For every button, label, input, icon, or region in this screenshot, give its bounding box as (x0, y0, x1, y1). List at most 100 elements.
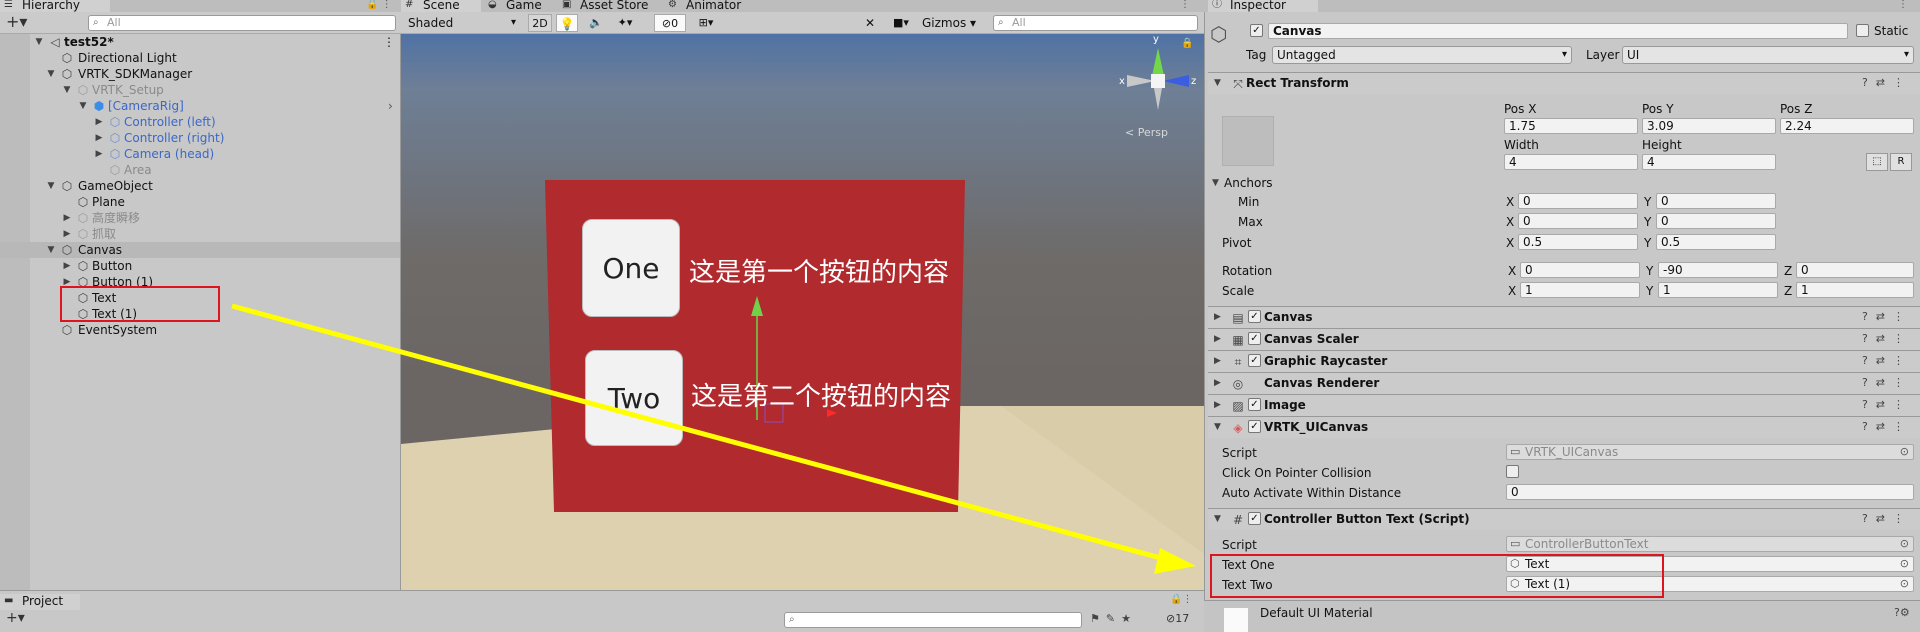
max-y-field[interactable]: 0 (1656, 213, 1776, 229)
scene-menu-icon[interactable]: ⋮ (383, 34, 395, 50)
auto-activate-field[interactable]: 0 (1506, 484, 1914, 500)
project-add-icon[interactable]: +▾ (6, 610, 25, 626)
canvas-component-header[interactable]: ▶ ▤ ✓ Canvas ?⇄⋮ (1208, 306, 1920, 328)
component-enabled-checkbox[interactable]: ✓ (1248, 310, 1261, 323)
active-checkbox[interactable]: ✓ (1250, 24, 1263, 37)
expand-arrow-icon[interactable]: ▶ (62, 258, 72, 274)
component-actions-icon[interactable]: ?⇄⋮ (1862, 373, 1912, 393)
component-enabled-checkbox[interactable]: ✓ (1248, 420, 1261, 433)
add-icon[interactable]: +▾ (6, 13, 27, 31)
list-item[interactable]: ⬡ Directional Light (30, 50, 400, 66)
scene-search-input[interactable]: ⌕ All (993, 15, 1198, 31)
component-enabled-checkbox[interactable]: ✓ (1248, 354, 1261, 367)
grid-snap-icon[interactable]: ⊞▾ (690, 14, 722, 32)
mode-2d-button[interactable]: 2D (528, 14, 552, 32)
project-menu-icon[interactable]: 🔒⋮ (1170, 594, 1192, 605)
tab-asset-store[interactable]: ▣ Asset Store (558, 0, 648, 12)
project-filter-icons[interactable]: ⚑✎★ (1090, 612, 1137, 625)
list-item[interactable]: ▶ ⬡ Camera (head) (30, 146, 400, 162)
expand-arrow-icon[interactable]: ▼ (46, 242, 56, 258)
button-one[interactable]: One (582, 219, 680, 317)
controller-button-text-header[interactable]: ▼ # ✓ Controller Button Text (Script) ?⇄… (1208, 508, 1920, 530)
anchor-preset-button[interactable] (1222, 116, 1274, 166)
object-name-field[interactable]: Canvas (1268, 23, 1848, 39)
max-x-field[interactable]: 0 (1518, 213, 1638, 229)
component-actions-icon[interactable]: ?⇄⋮ (1862, 307, 1912, 327)
expand-arrow-icon[interactable]: ▼ (62, 82, 72, 98)
component-actions-icon[interactable]: ?⇄⋮ (1862, 73, 1912, 93)
scale-x-field[interactable]: 1 (1520, 282, 1640, 298)
list-item[interactable]: ▶ ⬡ 抓取 (30, 226, 400, 242)
lock-icon[interactable]: 🔒 (1181, 38, 1193, 49)
component-actions-icon[interactable]: ?⇄⋮ (1862, 395, 1912, 415)
tag-dropdown[interactable]: Untagged (1272, 46, 1572, 64)
list-item[interactable]: ⬡ EventSystem (30, 322, 400, 338)
list-item[interactable]: ▼ ⬢ [CameraRig] › (30, 98, 400, 114)
min-y-field[interactable]: 0 (1656, 193, 1776, 209)
shading-mode-dropdown[interactable]: Shaded (403, 14, 521, 32)
expand-arrow-icon[interactable]: ▶ (62, 226, 72, 242)
component-enabled-checkbox[interactable]: ✓ (1248, 332, 1261, 345)
list-item[interactable]: ⬡ Area (30, 162, 400, 178)
rot-x-field[interactable]: 0 (1520, 262, 1640, 278)
tab-inspector[interactable]: ⓘ Inspector (1208, 0, 1318, 12)
inspector-menu-icon[interactable]: ⋮ (1898, 0, 1908, 10)
pivot-x-field[interactable]: 0.5 (1518, 234, 1638, 250)
object-picker-icon[interactable]: ⊙ (1900, 577, 1909, 591)
canvas-scaler-header[interactable]: ▶ ▦ ✓ Canvas Scaler ?⇄⋮ (1208, 328, 1920, 350)
expand-arrow-icon[interactable]: ▼ (34, 34, 44, 50)
expand-arrow-icon[interactable]: ▶ (1214, 395, 1221, 415)
width-field[interactable]: 4 (1504, 154, 1638, 170)
tools-icon[interactable]: ✕ (860, 14, 880, 32)
scene-root-row[interactable]: ▼ ◁ test52* (30, 34, 400, 50)
rot-z-field[interactable]: 0 (1796, 262, 1914, 278)
height-field[interactable]: 4 (1642, 154, 1776, 170)
material-actions-icon[interactable]: ?⚙ (1894, 606, 1910, 619)
scale-y-field[interactable]: 1 (1658, 282, 1778, 298)
effects-dropdown-icon[interactable]: ✦▾ (610, 14, 640, 32)
button-two[interactable]: Two (585, 350, 683, 446)
panel-menu-icon[interactable]: 🔒 ⋮ (366, 0, 392, 10)
canvas-renderer-header[interactable]: ▶ ◎ Canvas Renderer ?⇄⋮ (1208, 372, 1920, 394)
tab-animator[interactable]: ⚙ Animator (664, 0, 741, 12)
component-enabled-checkbox[interactable]: ✓ (1248, 398, 1261, 411)
raw-edit-button[interactable]: R (1890, 153, 1912, 171)
tab-game[interactable]: ◒ Game (484, 0, 542, 12)
pos-x-field[interactable]: 1.75 (1504, 118, 1638, 134)
expand-arrow-icon[interactable]: ▶ (1214, 373, 1221, 393)
expand-arrow-icon[interactable]: ▼ (78, 98, 88, 114)
list-item[interactable]: ▶ ⬡ 高度瞬移 (30, 210, 400, 226)
orientation-gizmo[interactable] (1113, 38, 1203, 118)
expand-arrow-icon[interactable]: ▼ (46, 178, 56, 194)
hidden-objects-toggle[interactable]: ⊘0 (654, 14, 686, 32)
scene-panel-menu-icon[interactable]: ⋮ (1180, 0, 1190, 10)
collapse-arrow-icon[interactable]: ▼ (1214, 73, 1221, 93)
list-item-selected[interactable]: ▼ ⬡ Canvas (0, 242, 400, 258)
blueprint-mode-icon[interactable]: ⬚ (1866, 153, 1888, 171)
rot-y-field[interactable]: -90 (1658, 262, 1778, 278)
camera-dropdown-icon[interactable]: ■▾ (886, 14, 916, 32)
list-item[interactable]: ▶ ⬡ Controller (right) (30, 130, 400, 146)
component-enabled-checkbox[interactable]: ✓ (1248, 512, 1261, 525)
expand-arrow-icon[interactable]: ▶ (94, 146, 104, 162)
project-hidden-count[interactable]: ⊘17 (1166, 612, 1189, 625)
expand-arrow-icon[interactable]: ▶ (94, 114, 104, 130)
component-actions-icon[interactable]: ?⇄⋮ (1862, 509, 1912, 529)
image-component-header[interactable]: ▶ ▨ ✓ Image ?⇄⋮ (1208, 394, 1920, 416)
collapse-arrow-icon[interactable]: ▼ (1214, 417, 1221, 437)
material-preview[interactable] (1224, 608, 1248, 632)
component-actions-icon[interactable]: ?⇄⋮ (1862, 329, 1912, 349)
object-picker-icon[interactable]: ⊙ (1900, 557, 1909, 571)
expand-arrow-icon[interactable]: ▼ (46, 66, 56, 82)
pos-z-field[interactable]: 2.24 (1780, 118, 1914, 134)
scale-z-field[interactable]: 1 (1796, 282, 1914, 298)
component-actions-icon[interactable]: ?⇄⋮ (1862, 351, 1912, 371)
list-item[interactable]: ▼ ⬡ VRTK_SDKManager (30, 66, 400, 82)
min-x-field[interactable]: 0 (1518, 193, 1638, 209)
persp-label[interactable]: < Persp (1125, 126, 1168, 139)
tab-project[interactable]: ▬ Project (0, 594, 80, 610)
pos-y-field[interactable]: 3.09 (1642, 118, 1776, 134)
component-actions-icon[interactable]: ?⇄⋮ (1862, 417, 1912, 437)
expand-arrow-icon[interactable]: ▶ (1214, 351, 1221, 371)
rect-transform-header[interactable]: ▼ ⤧ Rect Transform ?⇄⋮ (1208, 72, 1920, 94)
